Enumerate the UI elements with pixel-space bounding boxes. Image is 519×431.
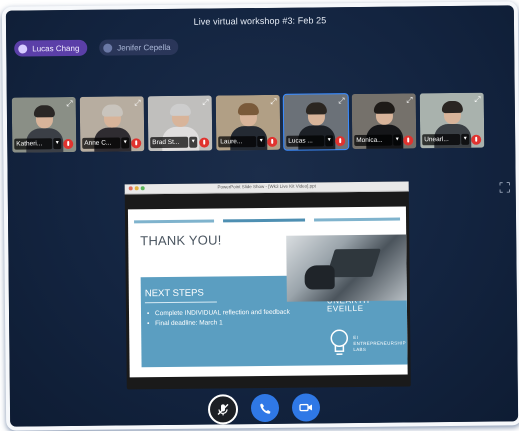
lab-logo-text: EI ENTREPRENEURSHIP LABS [353, 335, 406, 354]
participant-strip: ⤢Katheri...▾⤢Anne C...▾⤢Brad St...▾⤢Laur… [12, 92, 516, 152]
more-options-icon[interactable]: ▾ [189, 137, 197, 148]
video-camera-icon [299, 401, 313, 413]
participant-hair [374, 102, 395, 114]
shared-window-titlebar: PowerPoint Slide Show - [Wk3 Live Kit Vi… [125, 181, 409, 194]
expand-icon[interactable]: ⤢ [202, 99, 208, 107]
participant-hair [102, 104, 123, 116]
slide-laptop-photo [286, 234, 407, 301]
expand-icon[interactable]: ⤢ [338, 97, 344, 105]
participant-hair [238, 103, 259, 115]
presentation-slide: THANK YOU! NEXT STEPS Complete INDIVIDUA… [128, 206, 408, 377]
section-underline [145, 301, 217, 303]
participant-hair [170, 104, 191, 116]
meeting-title: Live virtual workshop #3: Feb 25 [6, 13, 514, 28]
fullscreen-glyph [500, 182, 510, 192]
expand-icon[interactable]: ⤢ [134, 99, 140, 107]
mic-muted-icon [63, 139, 73, 149]
shared-screen[interactable]: PowerPoint Slide Show - [Wk3 Live Kit Vi… [125, 181, 411, 389]
participant-name: Laure... [218, 136, 256, 147]
participant-tile[interactable]: ⤢ Brad St...▾ [148, 96, 213, 152]
participant-name: Katheri... [14, 138, 52, 149]
fullscreen-icon[interactable] [500, 182, 510, 195]
expand-icon[interactable]: ⤢ [270, 98, 276, 106]
mic-off-icon [216, 402, 230, 416]
mic-muted-icon [471, 135, 481, 145]
more-options-icon[interactable]: ▾ [257, 136, 265, 147]
expand-icon[interactable]: ⤢ [406, 96, 412, 104]
speaker-pill-jenifer[interactable]: Jenifer Cepella [99, 39, 179, 56]
participant-tile[interactable]: ⤢ Anne C...▾ [80, 96, 145, 152]
participant-hair [34, 105, 55, 117]
more-options-icon[interactable]: ▾ [121, 137, 129, 148]
participant-name: Brad St... [150, 137, 188, 148]
participant-name: Monica... [354, 135, 392, 146]
leave-call-button[interactable] [251, 394, 279, 422]
video-toggle-button[interactable] [292, 393, 320, 421]
more-options-icon[interactable]: ▾ [325, 135, 333, 146]
call-controls [10, 391, 518, 430]
next-steps-list: Complete INDIVIDUAL reflection and feedb… [147, 308, 297, 330]
more-options-icon[interactable]: ▾ [461, 134, 469, 145]
lightbulb-icon [327, 327, 351, 357]
participant-hair [306, 102, 327, 114]
phone-icon [258, 401, 271, 414]
speaker-name: Lucas Chang [32, 43, 79, 52]
slide-heading: THANK YOU! [140, 232, 221, 248]
more-options-icon[interactable]: ▾ [53, 138, 61, 149]
mic-muted-icon [335, 136, 345, 146]
speaking-indicator-icon [103, 43, 112, 52]
mic-muted-icon [131, 138, 141, 148]
speaker-pill-lucas[interactable]: Lucas Chang [14, 40, 87, 57]
slide-rule [134, 220, 214, 224]
participant-hair [442, 101, 463, 113]
screenshot-frame: Live virtual workshop #3: Feb 25 Lucas C… [2, 1, 519, 430]
next-steps-title: NEXT STEPS [145, 288, 204, 300]
meeting-window: Live virtual workshop #3: Feb 25 Lucas C… [6, 5, 518, 426]
expand-icon[interactable]: ⤢ [474, 96, 480, 104]
mic-muted-icon [267, 137, 277, 147]
mute-button[interactable] [208, 394, 238, 424]
list-item: Final deadline: March 1 [147, 318, 297, 329]
participant-name: Lucas ... [286, 135, 324, 146]
participant-tile[interactable]: ⤢ Lucas ...▾ [284, 94, 349, 150]
mic-muted-icon [403, 135, 413, 145]
expand-icon[interactable]: ⤢ [66, 100, 72, 108]
mic-muted-icon [199, 138, 209, 148]
participant-tile[interactable]: ⤢ Laure...▾ [216, 95, 281, 151]
participant-name: Anne C... [82, 137, 120, 148]
shared-window-caption: PowerPoint Slide Show - [Wk3 Live Kit Vi… [125, 182, 409, 190]
list-item: Complete INDIVIDUAL reflection and feedb… [147, 308, 297, 319]
slide-rule [314, 218, 400, 222]
participant-tile[interactable]: ⤢ Unearl...▾ [420, 93, 485, 149]
participant-name: Unearl... [422, 134, 460, 145]
participant-tile[interactable]: ⤢ Katheri...▾ [12, 97, 77, 153]
speaker-name: Jenifer Cepella [117, 42, 170, 52]
more-options-icon[interactable]: ▾ [393, 135, 401, 146]
participant-tile[interactable]: ⤢ Monica...▾ [352, 93, 417, 149]
speaking-indicator-icon [18, 44, 27, 53]
slide-rule [223, 219, 305, 223]
